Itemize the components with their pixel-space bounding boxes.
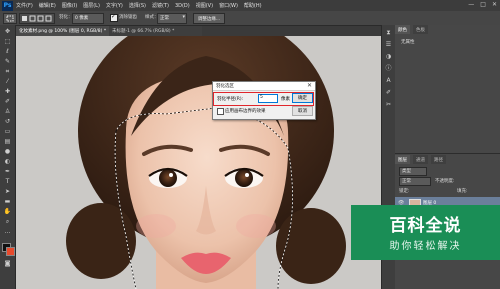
- tab-color-label: 颜色: [398, 27, 407, 33]
- feather-label: 羽化：: [59, 15, 73, 20]
- window-controls: — □ ✕: [468, 1, 497, 8]
- tab-swatches[interactable]: 色板: [413, 25, 428, 34]
- menu-image[interactable]: 图像(I): [62, 2, 77, 9]
- brush-tool-icon[interactable]: ✐: [3, 98, 12, 106]
- clone-stamp-tool-icon[interactable]: ♙: [3, 108, 12, 116]
- menu-type[interactable]: 文字(Y): [106, 2, 123, 9]
- menu-help[interactable]: 帮助(H): [244, 2, 262, 9]
- history-panel-icon[interactable]: ⧗: [384, 29, 393, 37]
- path-selection-tool-icon[interactable]: ➤: [3, 188, 12, 196]
- refine-edge-button[interactable]: 调整边缘...: [193, 13, 225, 24]
- feather-value: 0 像素: [75, 16, 89, 21]
- marquee-icon: [6, 15, 14, 22]
- tab-document-2[interactable]: 未标题-1 @ 66.7% (RGB/8) *: [109, 26, 202, 36]
- blend-mode-value: 正常: [402, 179, 411, 184]
- document-canvas[interactable]: [16, 36, 381, 289]
- properties-empty-text: 无属性: [401, 40, 415, 45]
- menu-bar: Ps 文件(F) 编辑(E) 图像(I) 图层(L) 文字(Y) 选择(S) 滤…: [0, 0, 500, 11]
- options-bar: 羽化： 0 像素 消除锯齿 样式： 正常 ▾ 调整边缘...: [0, 11, 500, 26]
- close-icon[interactable]: ✕: [307, 82, 312, 89]
- move-tool-icon[interactable]: ✥: [3, 28, 12, 36]
- menu-select[interactable]: 选择(S): [129, 2, 146, 9]
- properties-panel-icon[interactable]: ☰: [384, 41, 393, 49]
- menu-layer[interactable]: 图层(L): [83, 2, 100, 9]
- dialog-title: 羽化选区: [216, 84, 234, 89]
- hand-tool-icon[interactable]: ✋: [3, 208, 12, 216]
- document-tabs: 化妆素材.png @ 100% (图层 0, RGB/8) * 未标题-1 @ …: [16, 26, 381, 36]
- layer-kind-filter[interactable]: 类型: [399, 167, 427, 176]
- style-value: 正常: [160, 16, 169, 21]
- history-brush-tool-icon[interactable]: ↺: [3, 118, 12, 126]
- portrait-photo: [16, 36, 381, 289]
- adjustments-panel-icon[interactable]: ◑: [384, 53, 393, 61]
- apply-edge-label: 应用画布边界的效果: [225, 109, 266, 114]
- brush-panel-icon[interactable]: ✐: [384, 89, 393, 97]
- quick-mask-icon[interactable]: ◙: [3, 260, 12, 268]
- character-panel-icon[interactable]: A: [384, 77, 393, 85]
- menu-window[interactable]: 窗口(W): [219, 2, 238, 9]
- lasso-tool-icon[interactable]: ℓ: [3, 48, 12, 56]
- dialog-titlebar: 羽化选区 ✕: [213, 82, 315, 91]
- close-button[interactable]: ✕: [492, 1, 497, 8]
- healing-brush-tool-icon[interactable]: ✚: [3, 88, 12, 96]
- zoom-tool-icon[interactable]: ⌕: [3, 218, 12, 226]
- tool-presets-panel-icon[interactable]: ✂: [384, 101, 393, 109]
- panel-divider: [395, 153, 500, 154]
- menu-filter[interactable]: 滤镜(T): [152, 2, 169, 9]
- annotation-highlight: [213, 92, 314, 106]
- watermark-badge: 百科全说 助你轻松解决: [351, 205, 500, 260]
- quick-select-tool-icon[interactable]: ✎: [3, 58, 12, 66]
- tab-color[interactable]: 颜色: [395, 25, 410, 34]
- blur-tool-icon[interactable]: ●: [3, 148, 12, 156]
- style-select[interactable]: 正常 ▾: [157, 13, 187, 24]
- tab-layers-label: 图层: [398, 157, 407, 163]
- tab-channels-label: 通道: [416, 157, 425, 163]
- fill-label: 填充:: [457, 189, 468, 194]
- photoshop-logo: Ps: [2, 0, 13, 11]
- more-tools-icon[interactable]: …: [3, 228, 12, 236]
- blend-mode-select[interactable]: 正常: [399, 177, 431, 186]
- tools-panel: ✥ ⬚ ℓ ✎ ⌗ ⁄ ✚ ✐ ♙ ↺ ▭ ▤ ● ◐ ✒ T ➤ ▬ ✋ ⌕ …: [0, 25, 16, 289]
- tab-channels[interactable]: 通道: [413, 155, 428, 164]
- watermark-subtitle: 助你轻松解决: [389, 241, 462, 252]
- feather-input[interactable]: 0 像素: [72, 13, 104, 24]
- lock-label: 锁定:: [399, 189, 410, 194]
- tab-paths[interactable]: 路径: [431, 155, 446, 164]
- selection-mode-icons: [22, 15, 52, 22]
- info-panel-icon[interactable]: ⓘ: [384, 65, 393, 73]
- antialias-checkbox[interactable]: [110, 13, 118, 22]
- eyedropper-tool-icon[interactable]: ⁄: [3, 78, 12, 86]
- marquee-tool-icon[interactable]: ⬚: [3, 38, 12, 46]
- watermark-title: 百科全说: [389, 216, 462, 236]
- chevron-down-icon: ▾: [182, 14, 185, 20]
- antialias-label: 消除锯齿: [119, 15, 137, 20]
- tab-layers[interactable]: 图层: [395, 155, 410, 164]
- apply-edge-checkbox[interactable]: [217, 108, 224, 115]
- background-color-swatch[interactable]: [6, 247, 15, 256]
- minimize-button[interactable]: —: [468, 1, 474, 8]
- maximize-button[interactable]: □: [480, 1, 486, 8]
- eraser-tool-icon[interactable]: ▭: [3, 128, 12, 136]
- tab-paths-label: 路径: [434, 157, 443, 163]
- menu-edit[interactable]: 编辑(E): [39, 2, 56, 9]
- menu-file[interactable]: 文件(F): [16, 2, 33, 9]
- crop-tool-icon[interactable]: ⌗: [3, 68, 12, 76]
- layer-kind-label: 类型: [402, 169, 411, 174]
- tab-swatches-label: 色板: [416, 27, 425, 33]
- tool-preset-picker[interactable]: [3, 13, 17, 24]
- selection-mode-buttons[interactable]: [19, 13, 55, 24]
- tab-document-1[interactable]: 化妆素材.png @ 100% (图层 0, RGB/8) *: [16, 26, 111, 36]
- menu-view[interactable]: 视图(V): [196, 2, 213, 9]
- dodge-tool-icon[interactable]: ◐: [3, 158, 12, 166]
- cancel-button[interactable]: 取消: [292, 106, 313, 116]
- shape-tool-icon[interactable]: ▬: [3, 198, 12, 206]
- opacity-label: 不透明度:: [435, 179, 455, 184]
- menu-3d[interactable]: 3D(D): [175, 3, 190, 9]
- gradient-tool-icon[interactable]: ▤: [3, 138, 12, 146]
- tab-label: 化妆素材.png @ 100% (图层 0, RGB/8) *: [19, 29, 107, 34]
- pen-tool-icon[interactable]: ✒: [3, 168, 12, 176]
- tab-label: 未标题-1 @ 66.7% (RGB/8) *: [112, 29, 175, 34]
- type-tool-icon[interactable]: T: [3, 178, 12, 186]
